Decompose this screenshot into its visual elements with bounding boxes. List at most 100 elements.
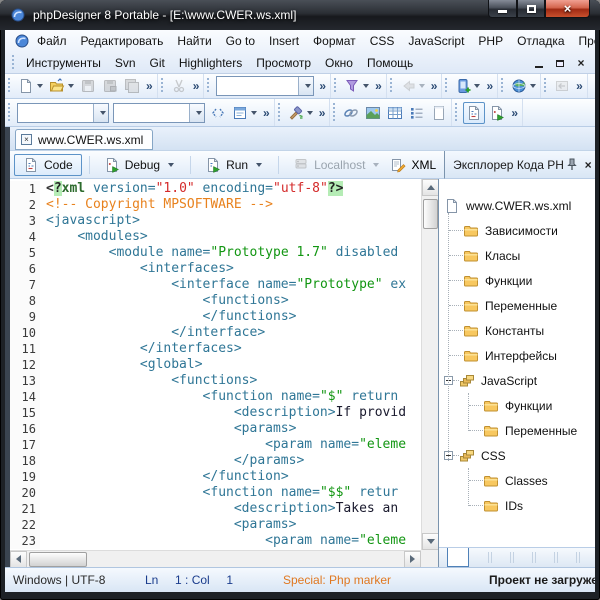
menu-инструменты[interactable]: Инструменты (19, 55, 108, 71)
menu-помощь[interactable]: Помощь (360, 55, 420, 71)
list-button[interactable] (407, 103, 427, 123)
scroll-up-button[interactable] (422, 179, 438, 196)
toolbar-grip[interactable] (160, 78, 165, 95)
maximize-button[interactable] (517, 0, 545, 18)
toolbar-overflow-chevron[interactable]: » (428, 81, 441, 91)
import-button[interactable] (552, 76, 572, 96)
tree-item-функции[interactable]: Функции (439, 268, 595, 293)
code-page-button[interactable] (463, 102, 485, 124)
toolbar-overflow-chevron[interactable]: » (260, 108, 273, 118)
menu-javascript[interactable]: JavaScript (401, 33, 471, 49)
menu-css[interactable]: CSS (363, 33, 402, 49)
debug-hammer-button[interactable] (286, 103, 315, 123)
scroll-right-button[interactable] (404, 551, 421, 568)
tree-item-функции[interactable]: Функции (439, 393, 595, 418)
highlighter-funnel-button[interactable] (342, 76, 371, 96)
toolbar-grip[interactable] (333, 78, 338, 95)
tree-item-переменные[interactable]: Переменные (439, 418, 595, 443)
menu-формат[interactable]: Формат (306, 33, 363, 49)
toolbar-overflow-chevron[interactable]: » (316, 81, 329, 91)
mdi-close-button[interactable]: × (571, 55, 591, 71)
save-button[interactable] (78, 76, 98, 96)
tree-item-javascript[interactable]: JavaScript (439, 368, 595, 393)
toolbar-combobox[interactable] (216, 76, 314, 96)
code-editor[interactable]: 1234567891011121314151617181920212223 <?… (10, 179, 438, 567)
toolbar-grip[interactable] (444, 78, 449, 95)
tab-close-icon[interactable]: × (21, 134, 32, 145)
tree-item-переменные[interactable]: Переменные (439, 293, 595, 318)
debug-page-button[interactable] (487, 103, 507, 123)
menu-php[interactable]: PHP (471, 33, 510, 49)
vertical-scroll-thumb[interactable] (423, 199, 438, 229)
form-button[interactable] (230, 103, 259, 123)
close-button[interactable]: × (545, 0, 590, 18)
menu-просмотр[interactable]: Просмотр (249, 55, 318, 71)
tree-item-www.cwer.ws.xml[interactable]: www.CWER.ws.xml (439, 193, 595, 218)
tree-item-интерфейсы[interactable]: Интерфейсы (439, 343, 595, 368)
toolbar-grip[interactable] (277, 103, 282, 122)
run-button[interactable]: Run (196, 154, 271, 176)
tree-item-css[interactable]: CSS (439, 443, 595, 468)
tree-item-classes[interactable]: Classes (439, 468, 595, 493)
blank-page-button[interactable] (429, 103, 449, 123)
toolbar-grip[interactable] (454, 103, 459, 122)
panel-close-icon[interactable]: × (580, 158, 595, 172)
toolbar-overflow-chevron[interactable]: » (483, 81, 496, 91)
menu-go-to[interactable]: Go to (219, 33, 262, 49)
horizontal-scroll-thumb[interactable] (29, 552, 87, 567)
mdi-minimize-button[interactable] (529, 55, 549, 71)
pin-icon[interactable] (564, 158, 580, 172)
tree-item-константы[interactable]: Константы (439, 318, 595, 343)
toolbar-overflow-chevron[interactable]: » (143, 81, 156, 91)
combo-dropdown-icon[interactable] (298, 77, 313, 95)
combo-dropdown-icon[interactable] (189, 104, 204, 122)
menu-insert[interactable]: Insert (262, 33, 306, 49)
panel-bottom-tab[interactable] (447, 548, 469, 567)
toolbar-grip[interactable] (206, 78, 211, 95)
localhost-button[interactable]: Localhost (284, 154, 388, 176)
device-add-button[interactable] (453, 76, 482, 96)
menu-найти[interactable]: Найти (170, 33, 218, 49)
toolbar-grip[interactable] (543, 78, 548, 95)
vertical-scrollbar[interactable] (421, 179, 438, 550)
mdi-restore-button[interactable] (550, 55, 570, 71)
menu-grip[interactable] (11, 55, 16, 70)
menu-git[interactable]: Git (143, 55, 172, 71)
code-explorer-tree[interactable]: www.CWER.ws.xmlЗависимостиКласыФункцииПе… (439, 179, 595, 547)
title-bar[interactable]: phpDesigner 8 Portable - [E:\www.CWER.ws… (0, 0, 600, 30)
debug-button[interactable]: Debug (95, 154, 183, 176)
menu-проект[interactable]: Проект (572, 33, 595, 49)
globe-button[interactable] (509, 76, 538, 96)
code-tag-button[interactable] (208, 103, 228, 123)
open-folder-button[interactable] (47, 76, 76, 96)
menu-отладка[interactable]: Отладка (510, 33, 571, 49)
xml-button[interactable]: XML (390, 157, 440, 173)
table-button[interactable] (385, 103, 405, 123)
toolbar-grip[interactable] (500, 78, 505, 95)
menu-файл[interactable]: Файл (30, 33, 74, 49)
code-button[interactable]: Code (14, 154, 82, 176)
toolbar-grip[interactable] (7, 78, 12, 95)
toolbar-grip[interactable] (7, 103, 12, 122)
combo-dropdown-icon[interactable] (93, 104, 108, 122)
toolbar-combobox[interactable] (17, 103, 109, 123)
toolbar-overflow-chevron[interactable]: » (573, 81, 586, 91)
tree-item-ids[interactable]: IDs (439, 493, 595, 518)
code-text[interactable]: <?xml version="1.0" encoding="utf-8"?><!… (46, 181, 421, 549)
image-button[interactable] (363, 103, 383, 123)
menu-highlighters[interactable]: Highlighters (172, 55, 249, 71)
toolbar-combobox[interactable] (113, 103, 205, 123)
save-as-button[interactable] (100, 76, 120, 96)
toolbar-grip[interactable] (389, 78, 394, 95)
menu-редактировать[interactable]: Редактировать (74, 33, 171, 49)
horizontal-scrollbar[interactable] (10, 550, 421, 567)
toolbar-overflow-chevron[interactable]: » (372, 81, 385, 91)
toolbar-grip[interactable] (332, 103, 337, 122)
back-arrow-button[interactable] (398, 76, 427, 96)
link-button[interactable] (341, 103, 361, 123)
toolbar-overflow-chevron[interactable]: » (316, 108, 329, 118)
tree-item-зависимости[interactable]: Зависимости (439, 218, 595, 243)
scroll-left-button[interactable] (10, 551, 27, 568)
cut-button[interactable] (169, 76, 189, 96)
minimize-button[interactable] (488, 0, 517, 18)
